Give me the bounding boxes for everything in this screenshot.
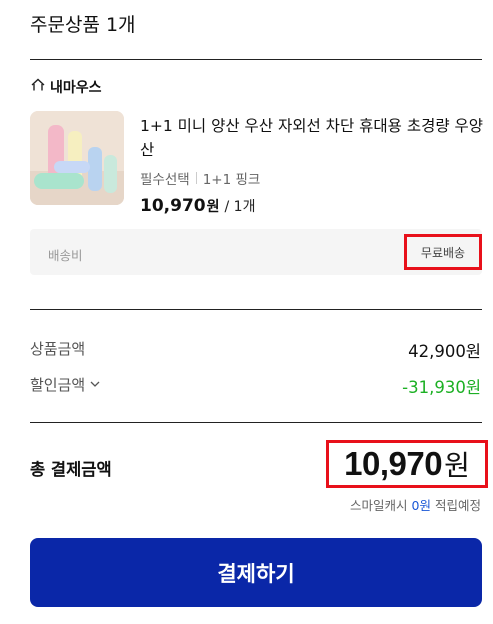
discount-toggle[interactable]: 할인금액 bbox=[30, 374, 101, 395]
shipping-label: 배송비 bbox=[48, 248, 83, 263]
total-amount-unit: 원 bbox=[444, 449, 470, 482]
divider bbox=[30, 422, 482, 423]
divider bbox=[30, 59, 482, 60]
product-name[interactable]: 1+1 미니 양산 우산 자외선 차단 휴대용 초경량 우양산 bbox=[140, 114, 485, 162]
pay-button[interactable]: 결제하기 bbox=[30, 538, 482, 607]
product-price: 10,970 원 / 1개 bbox=[140, 196, 255, 216]
option-separator bbox=[195, 172, 197, 184]
product-options: 필수선택 1+1 핑크 bbox=[140, 168, 260, 188]
seller-link[interactable]: 내마우스 bbox=[30, 77, 102, 97]
smile-cash-note: 스마일캐시 0원 적립예정 bbox=[350, 495, 481, 514]
smile-cash-suffix: 적립예정 bbox=[434, 498, 481, 513]
free-shipping-badge: 무료배송 bbox=[404, 234, 482, 270]
total-amount: 10,970 원 bbox=[326, 440, 488, 488]
option-value: 1+1 핑크 bbox=[202, 172, 261, 188]
shipping-fee-row: 배송비 무료배송 bbox=[30, 229, 482, 275]
smile-cash-amount: 0원 bbox=[411, 498, 431, 513]
product-thumbnail[interactable] bbox=[30, 111, 124, 205]
price-amount: 10,970 bbox=[140, 196, 206, 216]
home-icon bbox=[30, 77, 46, 97]
seller-name: 내마우스 bbox=[50, 80, 102, 96]
chevron-down-icon bbox=[89, 376, 101, 394]
order-items-title: 주문상품 1개 bbox=[30, 14, 136, 36]
divider bbox=[30, 309, 482, 310]
quantity: / 1개 bbox=[224, 199, 256, 215]
discount-label: 할인금액 bbox=[30, 376, 86, 394]
total-amount-number: 10,970 bbox=[344, 445, 443, 482]
total-label: 총 결제금액 bbox=[30, 460, 112, 479]
smile-cash-prefix: 스마일캐시 bbox=[350, 498, 408, 513]
price-unit: 원 bbox=[206, 199, 220, 215]
discount-value: -31,930원 bbox=[402, 378, 481, 397]
product-amount-label: 상품금액 bbox=[30, 340, 86, 358]
option-label: 필수선택 bbox=[140, 172, 190, 188]
product-amount-value: 42,900원 bbox=[408, 342, 481, 361]
